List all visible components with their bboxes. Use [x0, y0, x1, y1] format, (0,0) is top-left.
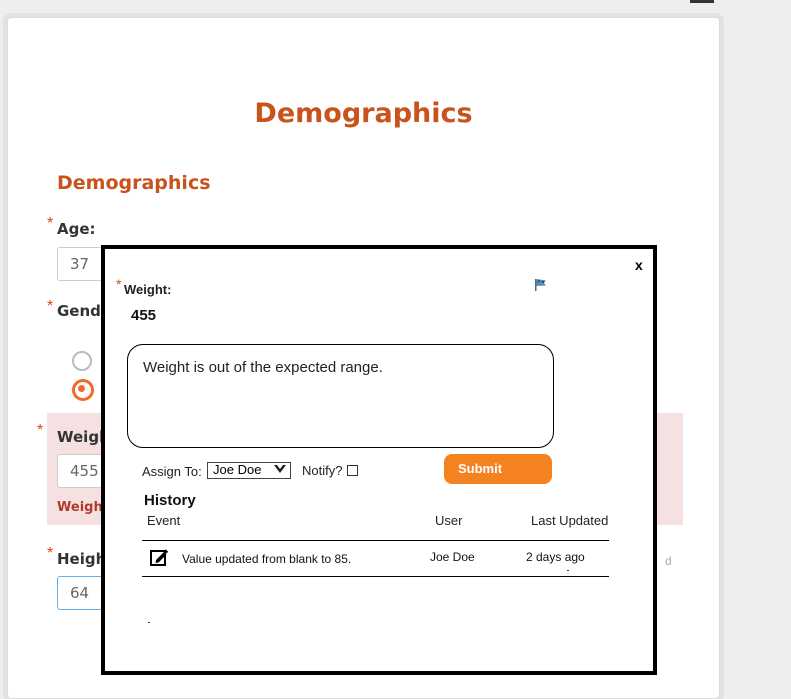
section-title: Demographics [57, 172, 211, 194]
history-divider [142, 540, 609, 541]
history-row-user: Joe Doe [430, 550, 475, 564]
history-col-event: Event [147, 513, 181, 528]
history-row-event: Value updated from blank to 85. [182, 552, 352, 566]
page-title: Demographics [254, 98, 473, 129]
stray-dot [148, 622, 150, 623]
comment-textarea[interactable]: Weight is out of the expected range. [127, 344, 554, 448]
weight-query-modal: x * Weight: 455 Weight is out of the exp… [101, 245, 657, 675]
modal-field-label: Weight: [124, 282, 172, 297]
notify-checkbox[interactable] [347, 465, 358, 476]
gender-radio-option-2[interactable] [72, 379, 94, 401]
required-mark: * [47, 298, 54, 315]
required-mark: * [37, 422, 44, 439]
modal-field-value: 455 [131, 307, 157, 324]
window-control-mark [690, 0, 714, 3]
required-mark: * [116, 276, 122, 292]
required-mark: * [47, 215, 54, 232]
history-col-user: User [435, 513, 463, 528]
chevron-down-icon [273, 463, 287, 478]
assign-to-label: Assign To: [142, 464, 202, 479]
close-button[interactable]: x [635, 257, 643, 273]
gender-radio-option-1[interactable] [72, 351, 92, 371]
required-mark: * [47, 545, 54, 562]
flag-icon[interactable] [533, 277, 549, 293]
assign-to-select[interactable]: Joe Doe [207, 462, 291, 479]
submit-button[interactable]: Submit [444, 454, 552, 484]
height-note: d [665, 554, 672, 568]
edit-icon[interactable] [150, 549, 168, 566]
age-label: Age: [57, 220, 96, 238]
history-row-updated: 2 days ago [526, 550, 585, 564]
history-divider [142, 576, 609, 577]
history-title: History [144, 492, 196, 509]
assign-to-value: Joe Doe [213, 462, 262, 477]
notify-label: Notify? [302, 463, 343, 478]
stray-dot [567, 570, 569, 571]
history-col-updated: Last Updated [531, 513, 609, 528]
